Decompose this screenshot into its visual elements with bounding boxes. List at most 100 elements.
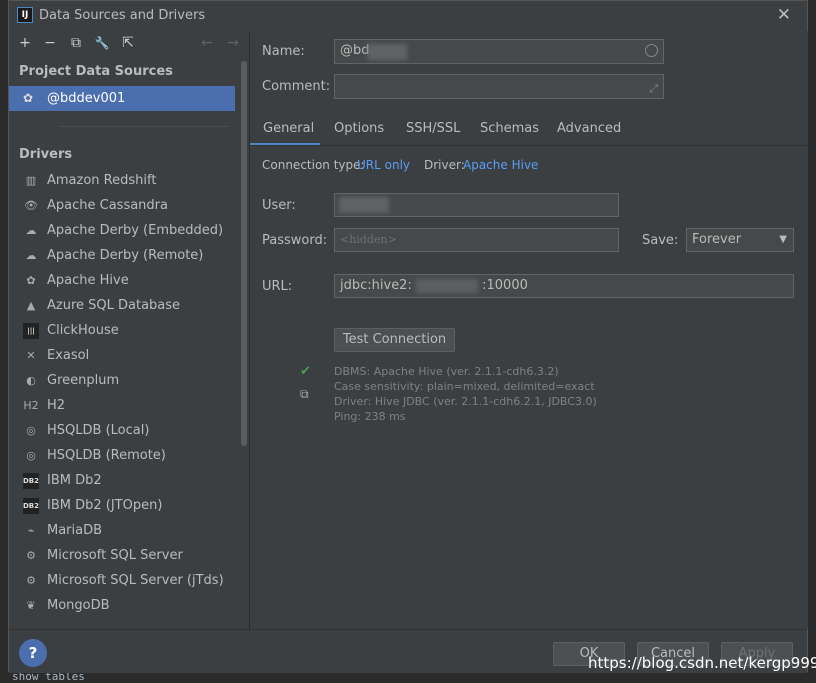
tab-ssh-ssl[interactable]: SSH/SSL — [406, 121, 460, 136]
driver-label: Microsoft SQL Server — [47, 548, 183, 563]
driver-label: H2 — [47, 398, 66, 413]
driver-item[interactable]: ☁ Apache Derby (Remote) — [9, 243, 239, 268]
hive-icon: ✿ — [23, 91, 34, 105]
redacted-blur — [415, 278, 478, 293]
driver-icon: H2 — [23, 399, 39, 412]
driver-item[interactable]: ▥ Amazon Redshift — [9, 168, 239, 193]
driver-item[interactable]: ⌁ MariaDB — [9, 518, 239, 543]
password-field[interactable]: <hidden> — [334, 228, 619, 252]
project-data-sources-heading: Project Data Sources — [19, 64, 173, 79]
driver-item[interactable]: 👁 Apache Cassandra — [9, 193, 239, 218]
password-label: Password: — [262, 233, 328, 248]
driver-icon: ✿ — [26, 274, 36, 287]
tab-general[interactable]: General — [263, 121, 314, 136]
help-button[interactable]: ? — [19, 639, 47, 667]
redacted-blur — [367, 44, 407, 60]
tab-schemas[interactable]: Schemas — [480, 121, 539, 136]
driver-item[interactable]: DB2 IBM Db2 — [9, 468, 239, 493]
copy-result-icon[interactable]: ⧉ — [300, 387, 309, 402]
comment-field[interactable]: ⤢ — [334, 74, 664, 99]
save-value: Forever — [692, 232, 742, 247]
driver-icon: DB2 — [23, 473, 39, 489]
driver-item[interactable]: H2 H2 — [9, 393, 239, 418]
back-arrow-icon[interactable]: ← — [197, 33, 217, 53]
user-label: User: — [262, 198, 296, 213]
driver-item[interactable]: ||| ClickHouse — [9, 318, 239, 343]
driver-item[interactable]: DB2 IBM Db2 (JTOpen) — [9, 493, 239, 518]
driver-item[interactable]: ✕ Exasol — [9, 343, 239, 368]
tab-bar: General Options SSH/SSL Schemas Advanced — [250, 115, 808, 146]
driver-label: MongoDB — [47, 598, 110, 613]
driver-icon: ||| — [23, 323, 39, 339]
drivers-scrollbar-thumb[interactable] — [241, 61, 247, 446]
driver-item[interactable]: ⚙ Microsoft SQL Server (jTds) — [9, 568, 239, 593]
driver-label: Amazon Redshift — [47, 173, 157, 188]
case-sensitivity-info: Case sensitivity: plain=mixed, delimited… — [334, 380, 595, 393]
url-label: URL: — [262, 279, 293, 294]
redacted-blur — [339, 197, 389, 213]
driver-label: Apache Hive — [47, 273, 129, 288]
success-check-icon: ✔ — [300, 364, 311, 379]
driver-label: Apache Cassandra — [47, 198, 168, 213]
driver-info: Driver: Hive JDBC (ver. 2.1.1-cdh6.2.1, … — [334, 395, 597, 408]
driver-item[interactable]: ☁ Apache Derby (Embedded) — [9, 218, 239, 243]
import-icon[interactable]: ⇱ — [118, 33, 138, 53]
driver-icon: ▥ — [25, 174, 37, 187]
driver-icon: ⚙ — [26, 549, 36, 562]
driver-label: MariaDB — [47, 523, 103, 538]
driver-label: IBM Db2 — [47, 473, 102, 488]
driver-icon: ▲ — [26, 299, 36, 312]
wrench-icon[interactable]: 🔧 — [92, 33, 112, 53]
driver-item[interactable]: ◎ HSQLDB (Remote) — [9, 443, 239, 468]
driver-item[interactable]: ▲ Azure SQL Database — [9, 293, 239, 318]
tab-options[interactable]: Options — [334, 121, 384, 136]
connection-type-link[interactable]: URL only — [357, 158, 410, 172]
background-ide-left — [0, 30, 8, 683]
name-label: Name: — [262, 44, 305, 59]
data-source-item-selected[interactable]: ✿ @bddev001 — [9, 86, 235, 111]
copy-icon[interactable]: ⧉ — [66, 33, 86, 53]
save-dropdown[interactable]: Forever ▼ — [686, 228, 794, 252]
right-panel: Name: @bd Comment: ⤢ General Options SSH… — [250, 31, 808, 629]
driver-icon: ◐ — [26, 374, 36, 387]
driver-icon: ◎ — [26, 449, 36, 462]
tab-advanced[interactable]: Advanced — [557, 121, 621, 136]
forward-arrow-icon[interactable]: → — [223, 33, 243, 53]
driver-icon: ✕ — [26, 349, 36, 362]
driver-item[interactable]: ◐ Greenplum — [9, 368, 239, 393]
driver-icon: ☁ — [25, 224, 37, 237]
background-ide-right — [808, 30, 816, 630]
url-value-prefix: jdbc:hive2: — [340, 278, 412, 293]
driver-icon: ◎ — [26, 424, 36, 437]
test-connection-button[interactable]: Test Connection — [334, 328, 455, 352]
driver-item[interactable]: ❦ MongoDB — [9, 593, 239, 618]
data-source-label: @bddev001 — [47, 91, 126, 106]
driver-label: IBM Db2 (JTOpen) — [47, 498, 163, 513]
active-tab-indicator — [250, 143, 320, 145]
close-icon[interactable]: ✕ — [777, 5, 791, 25]
driver-item[interactable]: ⚙ Microsoft SQL Server — [9, 543, 239, 568]
left-toolbar: + − ⧉ 🔧 ⇱ ← → — [9, 31, 249, 57]
driver-label: HSQLDB (Local) — [47, 423, 150, 438]
driver-label: HSQLDB (Remote) — [47, 448, 166, 463]
driver-icon: DB2 — [23, 498, 39, 514]
comment-label: Comment: — [262, 79, 331, 94]
add-icon[interactable]: + — [15, 33, 35, 53]
driver-label: Greenplum — [47, 373, 120, 388]
driver-label: ClickHouse — [47, 323, 119, 338]
driver-icon: ❦ — [26, 599, 36, 612]
name-field[interactable]: @bd — [334, 39, 664, 64]
background-ide-bottom: show tables — [0, 670, 816, 683]
driver-item[interactable]: ◎ HSQLDB (Local) — [9, 418, 239, 443]
user-field[interactable] — [334, 193, 619, 217]
expand-icon[interactable]: ⤢ — [649, 78, 658, 100]
left-panel: + − ⧉ 🔧 ⇱ ← → Project Data Sources ✿ @bd… — [9, 31, 249, 629]
dbms-info: DBMS: Apache Hive (ver. 2.1.1-cdh6.3.2) — [334, 365, 559, 378]
url-value-suffix: :10000 — [482, 278, 528, 293]
url-field[interactable]: jdbc:hive2: :10000 — [334, 274, 794, 298]
chevron-down-icon: ▼ — [779, 234, 787, 245]
color-circle-icon[interactable] — [645, 44, 658, 57]
driver-link[interactable]: Apache Hive — [463, 158, 538, 172]
driver-item[interactable]: ✿ Apache Hive — [9, 268, 239, 293]
remove-icon[interactable]: − — [40, 33, 60, 53]
